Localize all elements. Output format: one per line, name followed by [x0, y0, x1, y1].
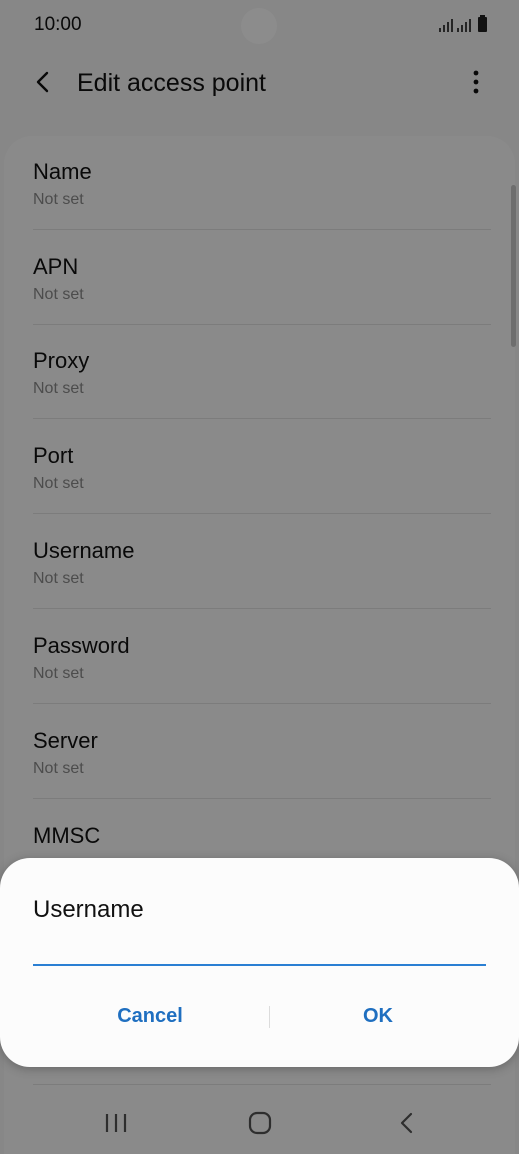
cancel-button[interactable]: Cancel	[35, 992, 265, 1040]
recent-apps-icon[interactable]	[104, 1112, 128, 1134]
navigation-bar	[0, 1093, 519, 1154]
screen: 10:00 Edit access point Name Not set APN…	[0, 0, 519, 1154]
dialog-buttons: Cancel OK	[0, 992, 519, 1040]
dialog-title: Username	[33, 896, 144, 923]
username-input[interactable]	[33, 940, 486, 966]
home-icon[interactable]	[247, 1110, 273, 1136]
ok-button[interactable]: OK	[263, 992, 493, 1040]
username-dialog: Username Cancel OK	[0, 858, 519, 1067]
back-icon[interactable]	[394, 1110, 418, 1136]
